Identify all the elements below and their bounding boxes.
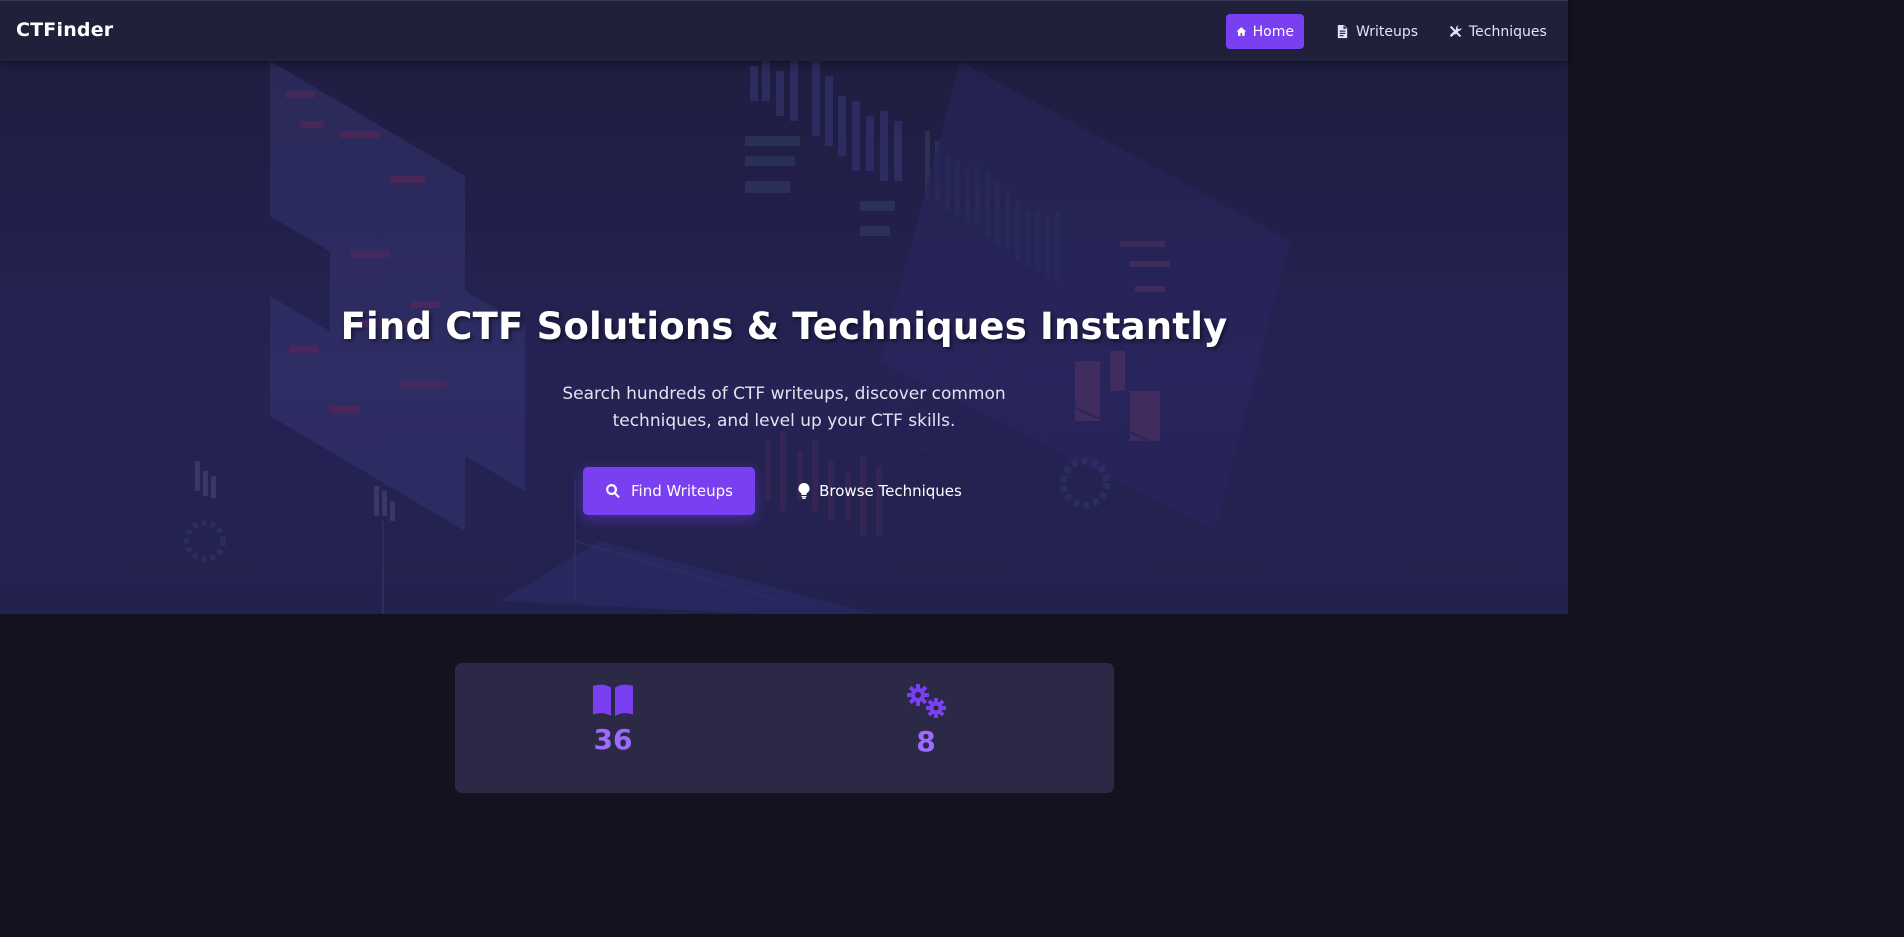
book-open-icon bbox=[593, 684, 633, 716]
nav-link-label: Home bbox=[1252, 23, 1294, 40]
search-icon bbox=[606, 484, 620, 499]
gears-icon bbox=[907, 684, 946, 718]
hero-title: Find CTF Solutions & Techniques Instantl… bbox=[340, 305, 1228, 348]
stat-writeups: 36 bbox=[513, 683, 713, 756]
top-navbar: CTFinder Home Writeups Techniques bbox=[0, 0, 1568, 61]
find-writeups-label: Find Writeups bbox=[631, 482, 733, 500]
nav-link-label: Techniques bbox=[1469, 23, 1547, 40]
nav-link-techniques[interactable]: Techniques bbox=[1438, 14, 1557, 49]
file-icon bbox=[1337, 24, 1348, 39]
browse-techniques-label: Browse Techniques bbox=[819, 482, 962, 500]
lightbulb-icon bbox=[798, 483, 810, 499]
hero-section: Find CTF Solutions & Techniques Instantl… bbox=[0, 61, 1568, 614]
tools-icon bbox=[1449, 25, 1462, 38]
home-icon bbox=[1236, 27, 1247, 36]
stat-writeups-value: 36 bbox=[593, 723, 633, 756]
stats-card: 36 8 bbox=[455, 663, 1114, 793]
hero-subtitle: Search hundreds of CTF writeups, discove… bbox=[562, 384, 1006, 431]
browse-techniques-button[interactable]: Browse Techniques bbox=[782, 467, 978, 515]
nav-link-home[interactable]: Home bbox=[1226, 14, 1304, 49]
nav-link-writeups[interactable]: Writeups bbox=[1325, 14, 1428, 49]
stat-techniques: 8 bbox=[826, 683, 1026, 758]
nav-link-label: Writeups bbox=[1356, 23, 1419, 40]
stat-techniques-value: 8 bbox=[916, 725, 936, 758]
brand-logo[interactable]: CTFinder bbox=[16, 19, 113, 41]
find-writeups-button[interactable]: Find Writeups bbox=[583, 467, 755, 515]
